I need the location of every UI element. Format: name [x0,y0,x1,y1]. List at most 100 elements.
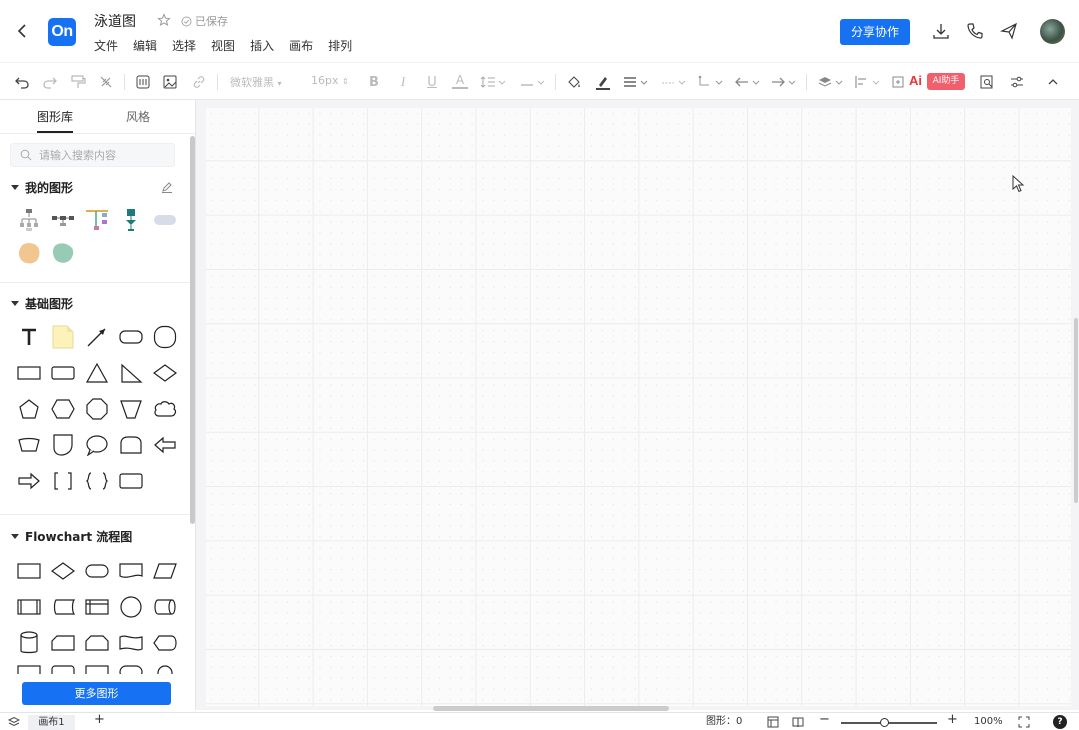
shape-left-arrow[interactable] [152,432,178,458]
flow-shape-partial[interactable] [84,664,110,674]
zoom-out-button[interactable]: − [819,713,830,727]
flow-predefined-process[interactable] [16,594,42,620]
line-weight-icon[interactable] [621,72,649,92]
shape-trapezoid-wave[interactable] [16,432,42,458]
menu-select[interactable]: 选择 [172,37,196,54]
canvas-vertical-scrollbar[interactable] [1074,318,1078,503]
shape-circle[interactable] [152,324,178,350]
my-shape-5[interactable] [152,207,178,233]
shape-rect-rounded-small[interactable] [50,360,76,386]
fill-bucket-icon[interactable] [565,72,583,92]
redo-icon[interactable] [40,72,60,92]
ai-assistant-button[interactable]: AI助手 [927,73,965,90]
flow-database[interactable] [16,630,42,656]
section-basic-shapes[interactable]: 基础图形 [11,295,73,312]
back-arrow-icon[interactable] [14,22,32,40]
section-flowchart[interactable]: Flowchart 流程图 [11,528,132,545]
layers-icon[interactable] [8,716,20,728]
flow-direct-data[interactable] [152,594,178,620]
ai-logo-icon[interactable]: Ai [909,73,922,88]
flow-document[interactable] [118,558,144,584]
my-shape-4[interactable] [118,207,144,233]
arrow-start-icon[interactable] [733,72,761,92]
send-icon[interactable] [999,21,1019,41]
connector-type-icon[interactable] [696,72,724,92]
shape-right-triangle[interactable] [118,360,144,386]
more-shapes-button[interactable]: 更多图形 [22,682,171,705]
shape-note[interactable] [50,324,76,350]
add-page-button[interactable]: + [94,713,105,727]
document-title[interactable]: 泳道图 [94,11,136,31]
shape-triangle[interactable] [84,360,110,386]
menu-insert[interactable]: 插入 [250,37,274,54]
fill-pattern-icon[interactable] [133,72,153,92]
line-style-icon[interactable] [659,72,687,92]
font-size-select[interactable]: 16px ⇕ [311,74,349,87]
flow-process[interactable] [16,558,42,584]
settings-sliders-icon[interactable] [1007,72,1027,92]
flow-display[interactable] [152,630,178,656]
share-button[interactable]: 分享协作 [840,19,910,45]
shape-speech-bubble[interactable] [84,432,110,458]
flow-shape-partial[interactable] [152,664,178,674]
flow-manual-operation[interactable] [84,630,110,656]
align-icon[interactable] [853,72,881,92]
shape-diamond[interactable] [152,360,178,386]
app-logo[interactable]: On [48,18,76,46]
clear-format-icon[interactable] [96,72,116,92]
user-avatar[interactable] [1040,19,1065,44]
canvas-horizontal-scrollbar[interactable] [433,706,669,711]
search-replace-icon[interactable] [977,72,997,92]
format-painter-icon[interactable] [68,72,88,92]
my-shape-6[interactable] [16,240,42,266]
underline-icon[interactable]: U [424,72,440,92]
menu-canvas[interactable]: 画布 [289,37,313,54]
menu-edit[interactable]: 编辑 [133,37,157,54]
line-color-icon[interactable] [594,72,612,92]
shape-shield[interactable] [50,432,76,458]
my-shape-1[interactable] [16,207,42,233]
shape-inverted-pentagon[interactable] [118,396,144,422]
flow-punched-tape[interactable] [118,630,144,656]
italic-icon[interactable]: I [395,72,411,92]
download-icon[interactable] [931,21,951,41]
undo-icon[interactable] [12,72,32,92]
zoom-slider-handle[interactable] [880,718,889,727]
flow-connector[interactable] [118,594,144,620]
font-color-icon[interactable]: A [452,72,468,89]
flow-stored-data[interactable] [50,594,76,620]
book-view-icon[interactable] [792,716,804,728]
shape-search-input[interactable]: 请输入搜索内容 [10,143,175,167]
shape-text[interactable] [16,324,42,350]
shape-octagon[interactable] [84,396,110,422]
shape-braces[interactable] [84,468,110,494]
page-tab[interactable]: 画布1 [28,715,75,730]
layer-icon[interactable] [816,72,844,92]
flow-shape-partial[interactable] [50,664,76,674]
shape-hexagon[interactable] [50,396,76,422]
flow-internal-storage[interactable] [84,594,110,620]
edit-pencil-icon[interactable] [161,181,173,193]
my-shape-7[interactable] [50,240,76,266]
tab-style[interactable]: 风格 [126,108,150,125]
my-shape-2[interactable] [50,207,76,233]
menu-view[interactable]: 视图 [211,37,235,54]
zoom-slider-track[interactable] [841,722,937,724]
shape-arrow-line[interactable] [84,324,110,350]
flow-shape-partial[interactable] [16,664,42,674]
flow-shape-partial[interactable] [118,664,144,674]
shape-rect-frame[interactable] [118,468,144,494]
zoom-in-button[interactable]: + [947,713,958,727]
drawing-canvas[interactable] [206,108,1071,706]
page-layout-icon[interactable] [767,716,779,728]
link-icon[interactable] [189,72,209,92]
shape-cloud[interactable] [152,396,178,422]
flow-terminator[interactable] [84,558,110,584]
section-my-shapes[interactable]: 我的图形 [11,179,73,196]
line-spacing-icon[interactable] [478,72,508,92]
font-family-select[interactable]: 微软雅黑 ▾ [230,74,282,90]
shape-brackets[interactable] [50,468,76,494]
menu-arrange[interactable]: 排列 [328,37,352,54]
help-button[interactable]: ? [1053,715,1067,729]
menu-file[interactable]: 文件 [94,37,118,54]
